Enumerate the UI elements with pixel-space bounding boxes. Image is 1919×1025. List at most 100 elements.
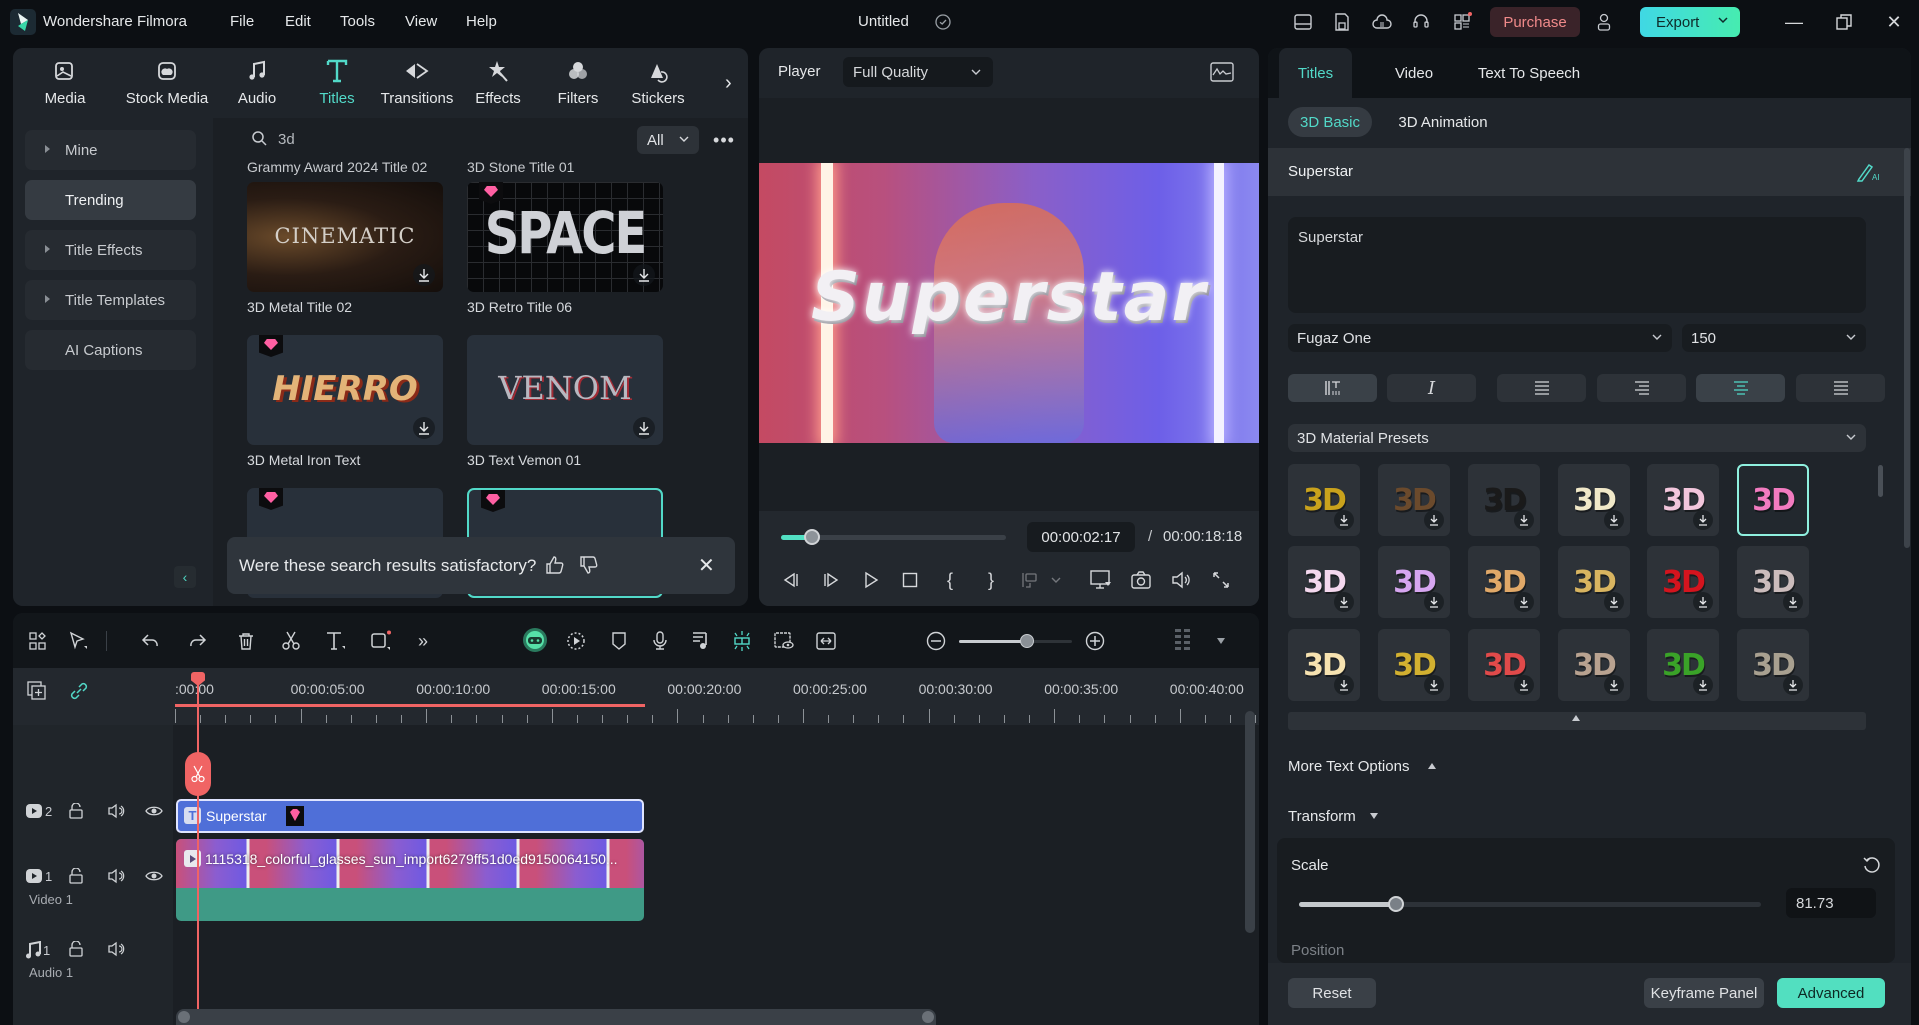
download-icon[interactable] bbox=[1514, 510, 1534, 530]
download-icon[interactable] bbox=[1334, 592, 1354, 612]
result-card-3d-text-vemon-01[interactable]: VENOM bbox=[467, 335, 663, 445]
tab-audio[interactable]: Audio bbox=[217, 56, 297, 107]
tabs-next-arrow-icon[interactable]: › bbox=[725, 72, 732, 95]
download-icon[interactable] bbox=[633, 417, 655, 439]
select-tool-icon[interactable] bbox=[65, 628, 91, 654]
undo-icon[interactable] bbox=[137, 628, 163, 654]
next-frame-icon[interactable] bbox=[819, 568, 843, 592]
transform-toggle[interactable]: Transform bbox=[1288, 808, 1356, 825]
video-preview[interactable]: Superstar bbox=[759, 163, 1259, 443]
download-icon[interactable] bbox=[1604, 675, 1624, 695]
link-icon[interactable] bbox=[69, 681, 89, 701]
download-icon[interactable] bbox=[1334, 510, 1354, 530]
download-icon[interactable] bbox=[413, 417, 435, 439]
delete-icon[interactable] bbox=[233, 628, 259, 654]
account-icon[interactable] bbox=[1594, 12, 1614, 32]
zoom-in-icon[interactable] bbox=[1082, 628, 1108, 654]
previous-frame-icon[interactable] bbox=[779, 568, 803, 592]
material-preset-6[interactable]: 3D bbox=[1737, 464, 1809, 536]
material-preset-4[interactable]: 3D bbox=[1558, 464, 1630, 536]
download-icon[interactable] bbox=[1783, 675, 1803, 695]
playback-progress-slider[interactable] bbox=[781, 529, 1006, 545]
download-icon[interactable] bbox=[1424, 510, 1444, 530]
scroll-handle-left[interactable] bbox=[178, 1011, 190, 1023]
mark-in-icon[interactable]: { bbox=[938, 568, 962, 592]
material-preset-2[interactable]: 3D bbox=[1378, 464, 1450, 536]
lock-icon[interactable] bbox=[69, 868, 83, 884]
more-text-options-toggle[interactable]: More Text Options bbox=[1288, 758, 1409, 775]
material-preset-7[interactable]: 3D bbox=[1288, 546, 1360, 618]
material-preset-12[interactable]: 3D bbox=[1737, 546, 1809, 618]
result-card-3d-metal-title-02[interactable]: CINEMATIC bbox=[247, 182, 443, 292]
timeline-vertical-scrollbar[interactable] bbox=[1245, 711, 1255, 933]
menu-file[interactable]: File bbox=[230, 13, 254, 30]
volume-icon[interactable] bbox=[107, 803, 125, 819]
audio-beat-icon[interactable] bbox=[688, 628, 714, 654]
voiceover-mic-icon[interactable] bbox=[647, 628, 673, 654]
download-icon[interactable] bbox=[1693, 675, 1713, 695]
volume-icon[interactable] bbox=[107, 941, 125, 957]
caret-down-icon[interactable] bbox=[1370, 813, 1378, 819]
sidebar-item-title-templates[interactable]: Title Templates bbox=[25, 280, 196, 320]
menu-edit[interactable]: Edit bbox=[285, 13, 311, 30]
scale-knob[interactable] bbox=[1388, 896, 1405, 912]
title-overlay-text[interactable]: Superstar bbox=[759, 258, 1259, 337]
fullscreen-icon[interactable] bbox=[1209, 568, 1233, 592]
sidebar-item-trending[interactable]: Trending bbox=[25, 180, 196, 220]
download-icon[interactable] bbox=[633, 264, 655, 286]
download-icon[interactable] bbox=[1604, 592, 1624, 612]
preview-render-icon[interactable] bbox=[771, 628, 797, 654]
material-preset-13[interactable]: 3D bbox=[1288, 629, 1360, 701]
result-card-3d-retro-title-06[interactable]: SPACE bbox=[467, 182, 663, 292]
tab-text-to-speech[interactable]: Text To Speech bbox=[1464, 48, 1594, 98]
layout-grid-icon[interactable] bbox=[25, 628, 51, 654]
keyframe-panel-button[interactable]: Keyframe Panel bbox=[1644, 978, 1764, 1008]
italic-button[interactable]: I bbox=[1387, 374, 1476, 402]
current-timecode[interactable]: 00:00:02:17 bbox=[1027, 522, 1135, 552]
marker-icon[interactable] bbox=[606, 628, 632, 654]
add-track-icon[interactable] bbox=[27, 681, 47, 701]
play-icon[interactable] bbox=[859, 568, 883, 592]
download-icon[interactable] bbox=[1424, 675, 1444, 695]
track-height-icon[interactable] bbox=[1170, 628, 1196, 654]
timeline-horizontal-scrollbar[interactable] bbox=[176, 1009, 936, 1025]
font-family-dropdown[interactable]: Fugaz One bbox=[1288, 324, 1672, 352]
lock-icon[interactable] bbox=[69, 941, 83, 957]
cloud-icon[interactable] bbox=[1372, 12, 1392, 32]
progress-knob[interactable] bbox=[803, 529, 820, 545]
support-headset-icon[interactable] bbox=[1411, 12, 1431, 32]
text-tool-icon[interactable] bbox=[323, 628, 349, 654]
download-icon[interactable] bbox=[413, 264, 435, 286]
snap-icon[interactable] bbox=[729, 628, 755, 654]
export-button[interactable]: Export bbox=[1640, 7, 1740, 37]
save-icon[interactable] bbox=[1332, 12, 1352, 32]
quality-dropdown[interactable]: Full Quality bbox=[843, 57, 993, 87]
work-area-range[interactable] bbox=[175, 704, 645, 707]
zoom-out-icon[interactable] bbox=[923, 628, 949, 654]
font-size-dropdown[interactable]: 150 bbox=[1682, 324, 1866, 352]
material-preset-9[interactable]: 3D bbox=[1468, 546, 1540, 618]
material-preset-10[interactable]: 3D bbox=[1558, 546, 1630, 618]
material-preset-8[interactable]: 3D bbox=[1378, 546, 1450, 618]
download-icon[interactable] bbox=[1604, 510, 1624, 530]
search-input[interactable]: 3d bbox=[278, 131, 295, 148]
tab-stickers[interactable]: Stickers bbox=[618, 56, 698, 107]
download-icon[interactable] bbox=[1514, 592, 1534, 612]
title-clip-superstar[interactable]: T Superstar bbox=[176, 799, 644, 833]
material-preset-11[interactable]: 3D bbox=[1647, 546, 1719, 618]
tab-effects[interactable]: Effects bbox=[458, 56, 538, 107]
timeline-ruler[interactable]: :00:00 00:00:05:00 00:00:10:00 00:00:15:00 0… bbox=[175, 668, 1259, 725]
sidebar-item-ai-captions[interactable]: AI Captions bbox=[25, 330, 196, 370]
volume-icon[interactable] bbox=[107, 868, 125, 884]
lock-icon[interactable] bbox=[69, 803, 83, 819]
caret-up-icon[interactable] bbox=[1428, 763, 1436, 769]
close-feedback-icon[interactable]: ✕ bbox=[698, 553, 715, 578]
tab-titles-properties[interactable]: Titles bbox=[1279, 48, 1352, 98]
timeline-zoom-slider[interactable] bbox=[959, 634, 1072, 648]
fit-timeline-icon[interactable] bbox=[813, 628, 839, 654]
properties-scrollbar[interactable] bbox=[1904, 148, 1910, 548]
thumbs-up-icon[interactable] bbox=[545, 555, 565, 575]
menu-view[interactable]: View bbox=[405, 13, 437, 30]
tab-transitions[interactable]: Transitions bbox=[370, 56, 464, 107]
purchase-button[interactable]: Purchase bbox=[1490, 7, 1580, 37]
